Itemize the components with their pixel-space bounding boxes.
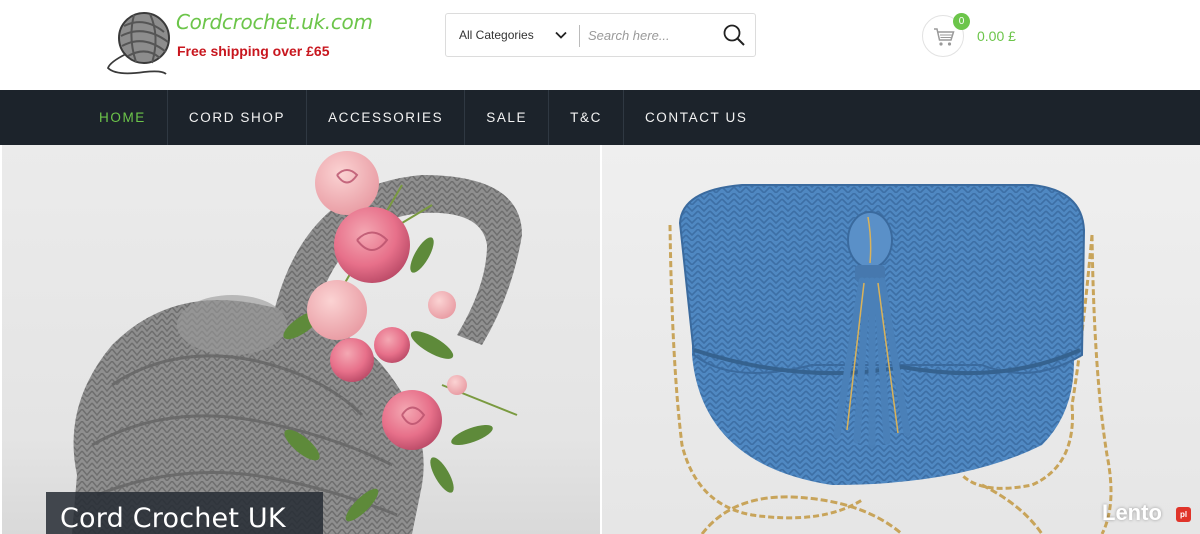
hero-caption: Cord Crochet UK xyxy=(60,503,286,534)
yarn-ball-icon[interactable] xyxy=(104,6,176,78)
nav-item-contact-us[interactable]: CONTACT US xyxy=(624,90,769,145)
blue-crochet-bag-image[interactable] xyxy=(602,145,1200,534)
lento-watermark-badge: pl xyxy=(1176,507,1191,522)
chevron-down-icon[interactable] xyxy=(554,28,568,42)
search-divider xyxy=(579,25,580,47)
main-navigation: HOME CORD SHOP ACCESSORIES SALE T&C CONT… xyxy=(0,90,1200,145)
hero-caption-box: Cord Crochet UK xyxy=(46,492,323,534)
search-bar: All Categories xyxy=(445,13,756,57)
nav-item-home[interactable]: HOME xyxy=(78,90,168,145)
grey-crochet-bag-image[interactable]: Cord Crochet UK xyxy=(2,145,600,534)
site-header: Cordcrochet.uk.com Free shipping over £6… xyxy=(0,0,1200,90)
nav-item-terms[interactable]: T&C xyxy=(549,90,624,145)
brand-title[interactable]: Cordcrochet.uk.com xyxy=(176,10,373,34)
hero-banner: Cord Crochet UK Lento pl xyxy=(0,145,1200,534)
nav-item-sale[interactable]: SALE xyxy=(465,90,550,145)
search-icon[interactable] xyxy=(722,23,746,47)
cart-total[interactable]: 0.00 £ xyxy=(977,28,1016,44)
nav-item-accessories[interactable]: ACCESSORIES xyxy=(307,90,466,145)
lento-watermark: Lento xyxy=(1102,500,1162,525)
search-input[interactable] xyxy=(588,22,713,48)
cart-count-badge: 0 xyxy=(953,13,970,30)
free-shipping-notice: Free shipping over £65 xyxy=(177,43,330,59)
nav-item-cord-shop[interactable]: CORD SHOP xyxy=(168,90,308,145)
shopping-cart-icon xyxy=(934,28,955,46)
category-select[interactable]: All Categories xyxy=(459,14,534,56)
